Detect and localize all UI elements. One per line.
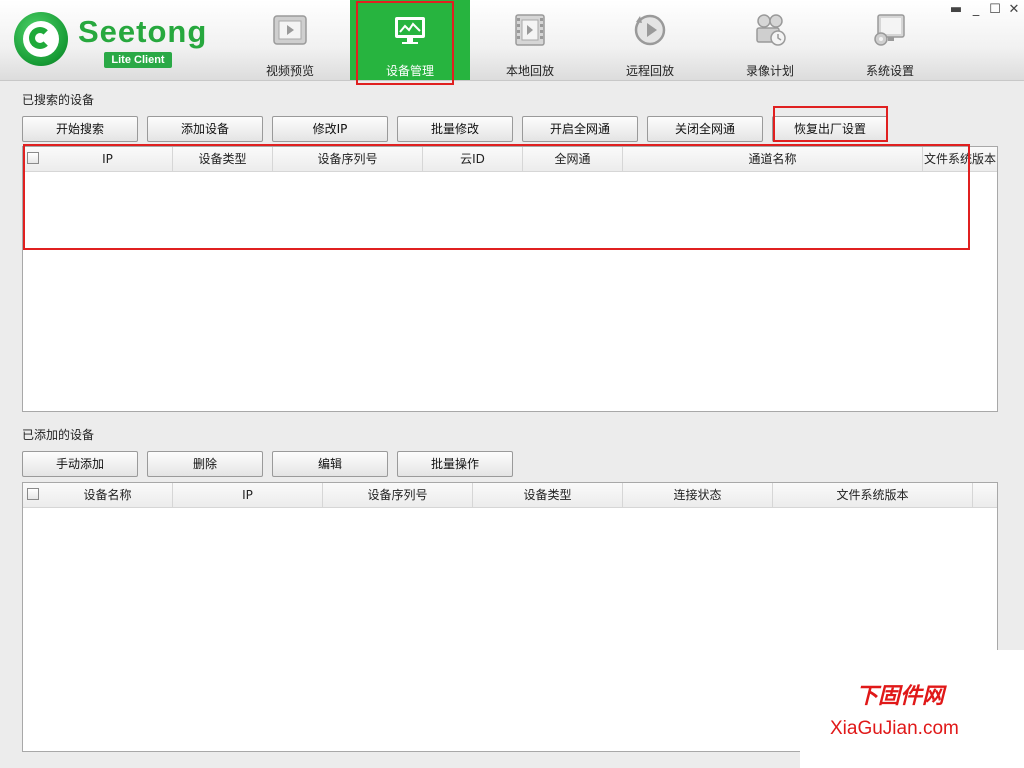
highlight-box-table-header (23, 144, 970, 250)
watermark: 下固件网 XiaGuJian.com (800, 650, 1024, 768)
column-header[interactable]: 文件系统版本 (773, 483, 973, 507)
app-header: Seetong Lite Client 视频预览 设备管理 本地回放 远程回放 … (0, 0, 1024, 85)
tab-remote-playback[interactable]: 远程回放 (590, 0, 710, 80)
add-device-button[interactable]: 添加设备 (147, 116, 263, 142)
highlight-box-tab (356, 1, 454, 85)
batch-modify-button[interactable]: 批量修改 (397, 116, 513, 142)
logo-text: Seetong (78, 14, 208, 49)
column-header[interactable]: 设备序列号 (323, 483, 473, 507)
watermark-cn-text: 下固件网 (856, 684, 945, 709)
logo-badge: Lite Client (104, 52, 172, 68)
seetong-logo-icon (14, 12, 68, 66)
tab-label: 本地回放 (505, 64, 554, 78)
tab-local-playback[interactable]: 本地回放 (470, 0, 590, 80)
close-icon[interactable]: ✕ (1006, 2, 1022, 17)
manual-add-button[interactable]: 手动添加 (22, 451, 138, 477)
record-schedule-icon (756, 14, 786, 46)
tab-label: 远程回放 (625, 64, 674, 78)
tab-label: 视频预览 (265, 64, 314, 78)
column-header[interactable]: IP (173, 483, 323, 507)
minimize-icon[interactable]: ▬ (948, 2, 964, 17)
tab-video-preview[interactable]: 视频预览 (230, 0, 350, 80)
system-settings-icon (874, 14, 905, 46)
column-header[interactable]: 设备类型 (473, 483, 623, 507)
tab-label: 系统设置 (865, 64, 914, 78)
column-header[interactable]: 连接状态 (623, 483, 773, 507)
disable-allnet-button[interactable]: 关闭全网通 (647, 116, 763, 142)
highlight-box-factory-reset (773, 106, 888, 142)
start-search-button[interactable]: 开始搜索 (22, 116, 138, 142)
column-header[interactable]: 设备名称 (43, 483, 173, 507)
select-all-checkbox[interactable] (27, 488, 39, 500)
edit-button[interactable]: 编辑 (272, 451, 388, 477)
added-devices-title: 已添加的设备 (22, 428, 95, 442)
video-preview-icon (273, 15, 307, 45)
tab-system-settings[interactable]: 系统设置 (830, 0, 950, 80)
minimize-restore-icon[interactable]: _ (968, 2, 984, 17)
modify-ip-button[interactable]: 修改IP (272, 116, 388, 142)
batch-operation-button[interactable]: 批量操作 (397, 451, 513, 477)
searched-devices-title: 已搜索的设备 (22, 93, 95, 107)
table-header: 设备名称 IP 设备序列号 设备类型 连接状态 文件系统版本 (23, 483, 997, 508)
tab-record-schedule[interactable]: 录像计划 (710, 0, 830, 80)
maximize-icon[interactable]: ☐ (987, 2, 1003, 17)
watermark-en-text: XiaGuJian.com (830, 718, 959, 739)
remote-playback-icon (634, 14, 666, 46)
enable-allnet-button[interactable]: 开启全网通 (522, 116, 638, 142)
tab-label: 录像计划 (745, 64, 794, 78)
delete-button[interactable]: 删除 (147, 451, 263, 477)
local-playback-icon (515, 14, 545, 46)
